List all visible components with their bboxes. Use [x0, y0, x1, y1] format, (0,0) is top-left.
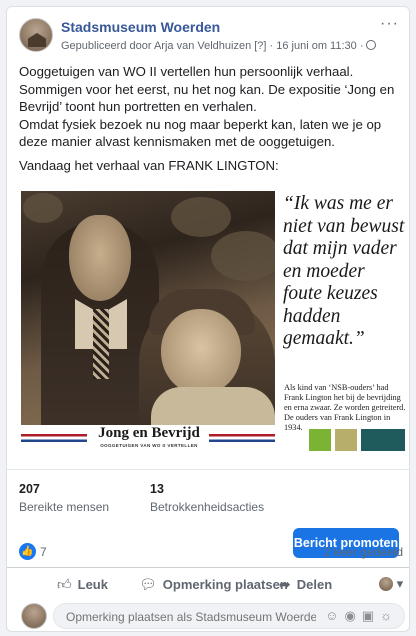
poster-caption: Als kind van ‘NSB-ouders’ had Frank Ling… [284, 383, 406, 432]
more-options-icon[interactable]: ··· [380, 15, 399, 33]
reactions-row: 👍 7 2 keer gedeeld [7, 543, 409, 565]
like-reaction-icon[interactable]: 👍 [19, 543, 36, 560]
reaction-count[interactable]: 7 [40, 545, 47, 559]
thumbs-up-icon: 👍︎ [57, 576, 72, 592]
post-as-selector[interactable]: ▾ [379, 568, 403, 600]
share-label: Delen [296, 577, 333, 592]
camera-icon[interactable]: ◉ [344, 608, 361, 623]
banner-subtitle: OOGGETUIGEN VAN WO II VERTELLEN [100, 443, 198, 448]
comment-label: Opmerking plaatsen [162, 577, 288, 592]
comment-tools: ☺◉▣☼ [325, 608, 398, 624]
chevron-down-icon: ▾ [396, 576, 404, 591]
share-arrow-icon: ➦ [279, 576, 291, 592]
exhibition-banner: Jong en Bevrijd OOGGETUIGEN VAN WO II VE… [21, 425, 275, 455]
flag-stripe [209, 434, 275, 442]
like-label: Leuk [77, 577, 108, 592]
action-bar: 👍︎ Leuk 💬︎ Opmerking plaatsen ➦ Delen ▾ [7, 567, 409, 601]
globe-icon [366, 40, 377, 50]
page-name-link[interactable]: Stadsmuseum Woerden [61, 19, 220, 35]
page-avatar-mini [379, 577, 393, 591]
sticker-icon[interactable]: ☼ [380, 608, 398, 623]
sponsor-logo [309, 429, 331, 451]
page-avatar[interactable] [19, 18, 53, 52]
emoji-icon[interactable]: ☺ [325, 608, 344, 623]
comment-input[interactable] [66, 604, 316, 630]
gif-icon[interactable]: ▣ [362, 608, 380, 623]
share-count[interactable]: 2 keer gedeeld [324, 545, 403, 559]
sponsor-logo [335, 429, 357, 451]
post-card: Stadsmuseum Woerden Gepubliceerd door Ar… [6, 6, 410, 632]
poster-quote: “Ik was me er niet van bewust dat mijn v… [283, 193, 405, 349]
reach-value: 207 [19, 482, 40, 496]
flag-stripe [21, 434, 87, 442]
share-button[interactable]: ➦ Delen [279, 568, 332, 600]
speech-bubble-icon: 💬︎ [139, 576, 157, 592]
post-text: Ooggetuigen van WO II vertellen hun pers… [7, 55, 409, 174]
engagement-label: Betrokkenheidsacties [150, 500, 265, 514]
post-image[interactable]: “Ik was me er niet van bewust dat mijn v… [7, 185, 409, 469]
post-meta-text: Gepubliceerd door Arja van Veldhuizen [?… [61, 40, 364, 52]
post-paragraph: Vandaag het verhaal van FRANK LINGTON: [19, 157, 279, 173]
like-button[interactable]: 👍︎ Leuk [57, 568, 108, 600]
post-paragraph: Omdat fysiek bezoek nu nog maar beperkt … [19, 116, 382, 150]
banner-title: Jong en Bevrijd [98, 425, 200, 441]
commenter-avatar [21, 603, 47, 629]
comment-button[interactable]: 💬︎ Opmerking plaatsen [139, 568, 288, 600]
comment-box[interactable]: ☺◉▣☼ [53, 603, 405, 630]
post-paragraph: Ooggetuigen van WO II vertellen hun pers… [19, 64, 395, 114]
post-header: Stadsmuseum Woerden Gepubliceerd door Ar… [7, 7, 409, 55]
sponsor-logo [361, 429, 405, 451]
engagement-value: 13 [150, 482, 164, 496]
post-meta: Gepubliceerd door Arja van Veldhuizen [?… [61, 40, 377, 52]
comment-composer: ☺◉▣☼ [7, 603, 409, 631]
reach-label: Bereikte mensen [19, 500, 110, 514]
portrait-photo [21, 191, 275, 425]
